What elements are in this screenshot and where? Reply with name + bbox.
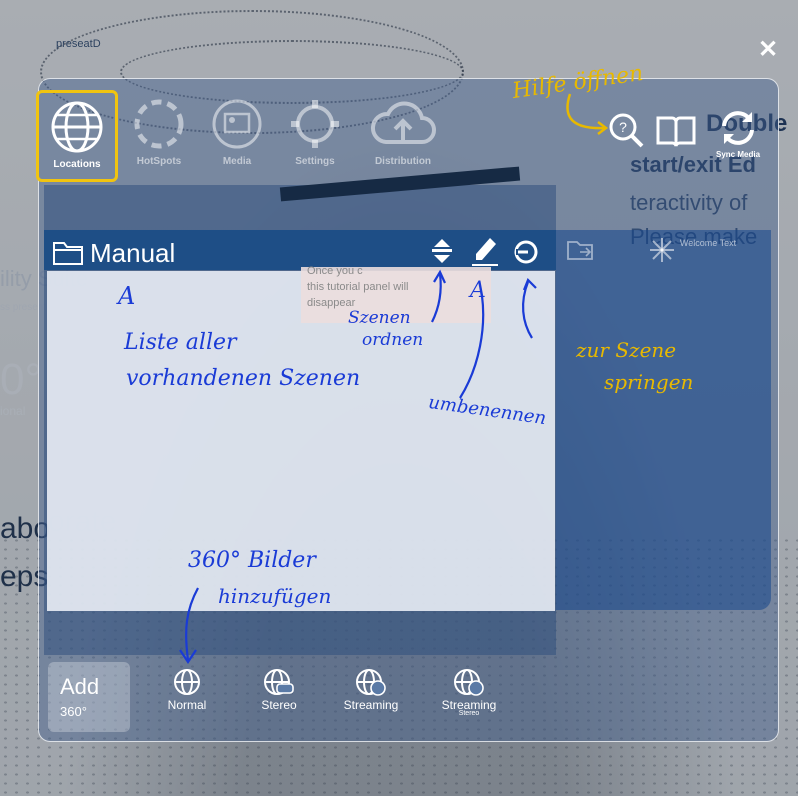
tab-label: Distribution bbox=[374, 156, 432, 167]
sort-icon[interactable] bbox=[428, 237, 456, 265]
add-option-label: Normal bbox=[167, 698, 207, 712]
sync-icon[interactable] bbox=[716, 108, 760, 148]
globe-icon bbox=[49, 99, 105, 155]
welcome-star-icon[interactable] bbox=[648, 236, 676, 264]
tab-locations[interactable]: Locations bbox=[36, 90, 118, 182]
add-title: Add bbox=[60, 674, 100, 699]
media-icon bbox=[209, 96, 265, 152]
gear-icon bbox=[287, 96, 343, 152]
annotation-arrows bbox=[431, 269, 537, 399]
tab-media[interactable]: Media bbox=[196, 90, 278, 182]
annotation-springen: springen bbox=[604, 370, 694, 394]
add-streaming-stereo-button[interactable]: Streaming Stereo bbox=[424, 668, 514, 717]
annotation-ordnen: ordnen bbox=[362, 330, 424, 350]
tab-label: HotSpots bbox=[136, 156, 182, 167]
globe-streaming-stereo-icon bbox=[453, 668, 485, 696]
tab-settings[interactable]: Settings bbox=[274, 90, 356, 182]
help-search-icon[interactable]: ? bbox=[606, 110, 646, 150]
tab-label: Locations bbox=[53, 159, 101, 170]
bg-card-text: this tutorial panel will bbox=[307, 281, 409, 293]
add-option-label: Stereo bbox=[261, 698, 297, 712]
annotation-springen: zur Szene bbox=[576, 338, 677, 362]
annotation-liste: Liste aller bbox=[124, 330, 237, 355]
add-option-sublabel: Stereo bbox=[458, 710, 480, 717]
hotspot-icon bbox=[131, 96, 187, 152]
add-360-button[interactable]: Add 360° bbox=[48, 662, 130, 732]
tab-hotspots[interactable]: HotSpots bbox=[118, 90, 200, 182]
annotation-bilder: hinzufügen bbox=[218, 584, 332, 608]
add-stereo-button[interactable]: Stereo bbox=[234, 668, 324, 712]
svg-text:?: ? bbox=[619, 119, 627, 135]
folder-icon bbox=[52, 240, 84, 266]
welcome-label: Welcome Text bbox=[679, 238, 737, 248]
folder-move-icon[interactable] bbox=[566, 238, 596, 262]
tab-distribution[interactable]: Distribution bbox=[360, 90, 446, 182]
close-icon[interactable]: ✕ bbox=[756, 38, 780, 62]
annotation-arrow bbox=[179, 587, 199, 664]
book-icon[interactable] bbox=[656, 114, 696, 148]
add-streaming-button[interactable]: Streaming bbox=[326, 668, 416, 712]
annotation-liste: vorhandenen Szenen bbox=[126, 366, 361, 391]
globe-streaming-icon bbox=[355, 668, 387, 696]
globe-icon bbox=[173, 668, 201, 696]
cloud-upload-icon bbox=[368, 96, 438, 152]
scene-preview-panel: Welcome Text bbox=[556, 230, 771, 610]
add-subtitle: 360° bbox=[60, 704, 87, 719]
annotation-arrow bbox=[566, 93, 609, 135]
add-option-label: Streaming bbox=[343, 698, 399, 712]
annotation-marker: A bbox=[118, 282, 136, 310]
annotation-ordnen: Szenen bbox=[348, 308, 411, 328]
folder-title: Manual bbox=[90, 238, 176, 268]
add-normal-button[interactable]: Normal bbox=[142, 668, 232, 712]
tab-label: Media bbox=[222, 156, 252, 167]
sync-media-label: Sync Media bbox=[716, 150, 761, 159]
annotation-bilder: 360° Bilder bbox=[188, 548, 316, 573]
tab-label: Settings bbox=[295, 156, 335, 167]
pencil-icon[interactable] bbox=[470, 235, 500, 267]
jump-to-scene-icon[interactable] bbox=[512, 238, 540, 266]
globe-stereo-icon bbox=[263, 668, 295, 696]
bg-card-text: Once you c bbox=[307, 265, 363, 277]
